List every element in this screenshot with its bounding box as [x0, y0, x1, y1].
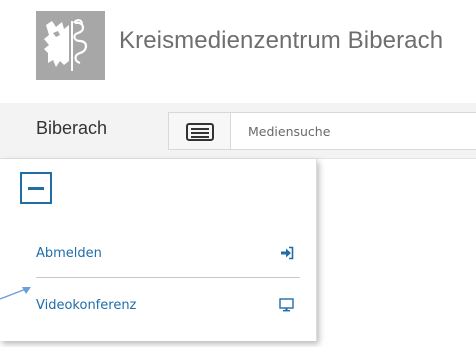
coat-of-arms-icon: [44, 19, 88, 71]
search-menu-button[interactable]: [168, 112, 230, 150]
site-title: Kreismedienzentrum Biberach: [119, 27, 444, 54]
collapse-button[interactable]: [20, 172, 52, 204]
menu-item-label: Videokonferenz: [36, 298, 137, 313]
sign-out-icon: [280, 246, 294, 264]
site-header: Kreismedienzentrum Biberach: [0, 0, 476, 92]
menu-item-label: Abmelden: [36, 246, 102, 261]
monitor-icon: [279, 298, 294, 316]
minus-icon: [28, 187, 44, 190]
search-input[interactable]: [230, 112, 476, 150]
site-logo[interactable]: [36, 11, 105, 80]
annotation-arrow-icon: [0, 287, 31, 300]
menu-divider: [36, 277, 300, 278]
navbar-brand[interactable]: Biberach: [36, 118, 107, 139]
menu-item-videokonferenz[interactable]: Videokonferenz: [36, 288, 304, 324]
menu-item-abmelden[interactable]: Abmelden: [36, 236, 304, 272]
list-icon: [186, 123, 214, 141]
navbar: Biberach: [0, 103, 476, 159]
